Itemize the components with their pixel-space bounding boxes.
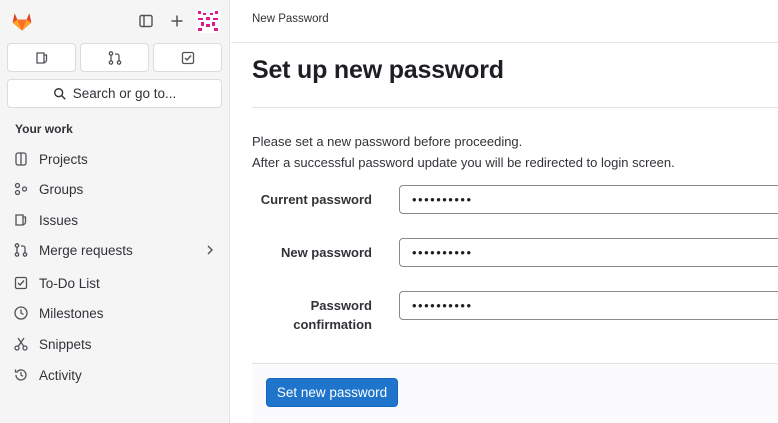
section-title-your-work: Your work (15, 122, 73, 136)
sidebar-item-snippets[interactable]: Snippets (4, 330, 226, 358)
chevron-right-icon (207, 245, 213, 255)
issues-icon (35, 51, 47, 64)
sidebar-item-label: Issues (39, 212, 79, 228)
user-avatar[interactable] (196, 9, 220, 33)
plus-icon (171, 15, 183, 27)
sidebar-item-activity[interactable]: Activity (4, 361, 226, 389)
sidebar-item-label: Activity (39, 367, 82, 383)
sidebar-item-label: Groups (39, 181, 84, 197)
history-icon (13, 367, 29, 383)
current-password-label: Current password (260, 192, 372, 207)
new-password-field[interactable]: •••••••••• (399, 238, 778, 267)
password-confirmation-label: Password confirmation (252, 296, 372, 334)
sidebar-item-label: Snippets (39, 336, 92, 352)
new-password-label: New password (280, 245, 372, 260)
quick-todo-button[interactable] (153, 43, 222, 72)
gitlab-logo-icon[interactable] (10, 9, 34, 33)
password-confirmation-field[interactable]: •••••••••• (399, 291, 778, 320)
sidebar-item-label: To-Do List (39, 275, 100, 291)
sidebar-item-label: Projects (39, 151, 88, 167)
create-new-button[interactable] (165, 9, 189, 33)
search-button[interactable]: Search or go to... (7, 79, 222, 108)
sidebar-item-groups[interactable]: Groups (4, 175, 226, 203)
snippet-scissors-icon (13, 336, 29, 352)
todo-check-icon (13, 275, 29, 291)
merge-request-icon (13, 242, 29, 258)
group-icon (13, 181, 29, 197)
breadcrumb[interactable]: New Password (252, 13, 329, 25)
sidebar-icon (139, 14, 153, 28)
divider (252, 107, 778, 108)
issues-icon (13, 212, 29, 228)
sidebar: Search or go to... Your work Projects Gr… (0, 0, 230, 423)
sidebar-header (0, 0, 230, 42)
page-title: Set up new password (252, 56, 504, 84)
todo-check-icon (181, 51, 194, 64)
sidebar-item-merge-requests[interactable]: Merge requests (4, 236, 226, 264)
sidebar-item-todo-list[interactable]: To-Do List (4, 269, 226, 297)
milestone-icon (13, 305, 29, 321)
search-label: Search or go to... (72, 86, 177, 101)
set-new-password-button[interactable]: Set new password (266, 378, 398, 407)
quick-issues-button[interactable] (7, 43, 76, 72)
sidebar-item-label: Merge requests (39, 242, 133, 258)
sidebar-toggle-button[interactable] (134, 9, 158, 33)
info-message-2: After a successful password update you w… (252, 155, 675, 170)
sidebar-item-label: Milestones (39, 305, 104, 321)
label-line: confirmation (293, 317, 372, 332)
top-bar: New Password (231, 0, 778, 43)
sidebar-item-milestones[interactable]: Milestones (4, 299, 226, 327)
current-password-field[interactable]: •••••••••• (399, 185, 778, 214)
search-icon (53, 87, 66, 100)
sidebar-item-projects[interactable]: Projects (4, 145, 226, 173)
label-line: Password (310, 298, 372, 313)
project-icon (13, 151, 29, 167)
sidebar-item-issues[interactable]: Issues (4, 206, 226, 234)
identicon-avatar-icon (198, 11, 218, 31)
info-message-1: Please set a new password before proceed… (252, 134, 523, 149)
merge-request-icon (108, 50, 121, 65)
quick-merge-requests-button[interactable] (80, 43, 149, 72)
